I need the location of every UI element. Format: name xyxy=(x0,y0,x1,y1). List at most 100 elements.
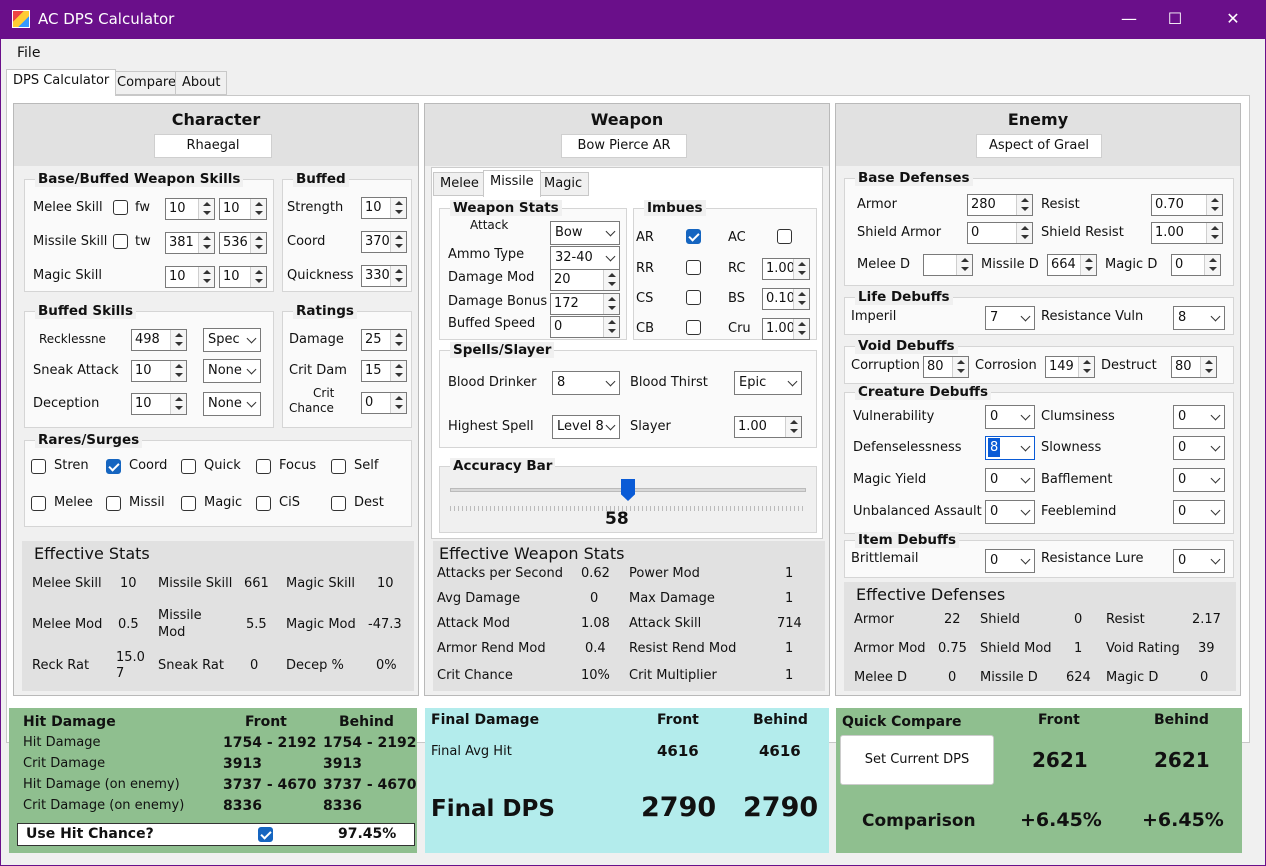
quick-current-front: 2621 xyxy=(1032,748,1088,772)
ac-checkbox[interactable] xyxy=(777,229,792,244)
rare-checkbox[interactable] xyxy=(256,459,271,474)
missile-d-label: Missile D xyxy=(981,257,1039,272)
rr-checkbox[interactable] xyxy=(686,260,701,275)
crit-chance-label-2: Chance xyxy=(289,401,334,415)
defenselessness-select[interactable]: 8 xyxy=(985,436,1035,460)
corruption-input[interactable]: 80 xyxy=(923,356,969,378)
blood-drinker-select[interactable]: 8 xyxy=(552,371,620,395)
tab-dps-calculator[interactable]: DPS Calculator xyxy=(6,69,117,96)
missile-base-input[interactable]: 381 xyxy=(165,232,215,254)
cru-input[interactable]: 1.00 xyxy=(762,318,810,340)
damage-bonus-input[interactable]: 172 xyxy=(550,293,620,315)
weapon-tab-missile[interactable]: Missile xyxy=(483,170,541,197)
attack-select[interactable]: Bow xyxy=(550,221,620,245)
strength-input[interactable]: 10 xyxy=(361,197,407,219)
fw-checkbox[interactable] xyxy=(113,200,128,215)
slayer-input[interactable]: 1.00 xyxy=(734,416,802,438)
blood-thirst-select[interactable]: Epic xyxy=(734,371,802,395)
resistance-vuln-select[interactable]: 8 xyxy=(1173,306,1225,330)
tab-about[interactable]: About xyxy=(175,71,228,95)
melee-d-input[interactable] xyxy=(923,254,973,276)
resistance-lure-label: Resistance Lure xyxy=(1041,551,1144,566)
rare-checkbox[interactable] xyxy=(106,459,121,474)
void-debuffs-group: Void Debuffs Corruption 80 Corrosion 149… xyxy=(844,338,1234,384)
rare-checkbox[interactable] xyxy=(256,496,271,511)
rare-checkbox[interactable] xyxy=(181,496,196,511)
feeblemind-select[interactable]: 0 xyxy=(1173,500,1225,524)
armor-input[interactable]: 280 xyxy=(967,194,1033,216)
vulnerability-select[interactable]: 0 xyxy=(985,405,1035,429)
imperil-select[interactable]: 7 xyxy=(985,306,1035,330)
missile-buffed-input[interactable]: 536 xyxy=(219,232,267,254)
deception-input[interactable]: 10 xyxy=(131,393,187,415)
tab-compare[interactable]: Compare xyxy=(110,71,183,95)
recklessness-select[interactable]: Spec xyxy=(203,328,261,352)
rare-checkbox[interactable] xyxy=(181,459,196,474)
weapon-name-button[interactable]: Bow Pierce AR xyxy=(561,134,687,158)
damage-mod-input[interactable]: 20 xyxy=(550,269,620,291)
rare-checkbox[interactable] xyxy=(31,496,46,511)
missile-d-input[interactable]: 664 xyxy=(1047,254,1097,276)
weapon-tab-magic[interactable]: Magic xyxy=(537,172,590,196)
enemy-name-button[interactable]: Aspect of Grael xyxy=(976,134,1102,158)
damage-rating-input[interactable]: 25 xyxy=(361,329,407,351)
character-name-button[interactable]: Rhaegal xyxy=(154,134,272,158)
tw-checkbox[interactable] xyxy=(113,234,128,249)
melee-buffed-input[interactable]: 10 xyxy=(219,198,267,220)
shield-armor-input[interactable]: 0 xyxy=(967,222,1033,244)
menu-file[interactable]: File xyxy=(17,45,40,61)
clumsiness-select[interactable]: 0 xyxy=(1173,405,1225,429)
sneak-attack-select[interactable]: None xyxy=(203,359,261,383)
bafflement-select[interactable]: 0 xyxy=(1173,468,1225,492)
slowness-select[interactable]: 0 xyxy=(1173,436,1225,460)
eff-shield: 0 xyxy=(1074,612,1083,627)
recklessness-input[interactable]: 498 xyxy=(131,329,187,351)
cb-checkbox[interactable] xyxy=(686,320,701,335)
maximize-button[interactable]: ☐ xyxy=(1152,4,1198,34)
buffed-speed-input[interactable]: 0 xyxy=(550,316,620,338)
close-button[interactable]: ✕ xyxy=(1210,4,1256,34)
rare-label: Missil xyxy=(129,495,165,510)
coord-input[interactable]: 370 xyxy=(361,231,407,253)
ammo-type-select[interactable]: 32-40 xyxy=(550,246,620,270)
destruct-input[interactable]: 80 xyxy=(1171,356,1217,378)
rare-checkbox[interactable] xyxy=(331,496,346,511)
rare-checkbox[interactable] xyxy=(31,459,46,474)
group-label: Weapon Stats xyxy=(450,200,562,216)
weapon-tab-melee[interactable]: Melee xyxy=(433,172,486,196)
magic-buffed-input[interactable]: 10 xyxy=(219,266,267,288)
set-current-dps-button[interactable]: Set Current DPS xyxy=(840,735,994,785)
use-hit-chance-checkbox[interactable] xyxy=(258,827,273,842)
resist-input[interactable]: 0.70 xyxy=(1151,194,1223,216)
sneak-attack-input[interactable]: 10 xyxy=(131,360,187,382)
hit-row-behind: 1754 - 2192 xyxy=(323,735,417,751)
group-label: Rares/Surges xyxy=(35,432,143,448)
resistance-lure-select[interactable]: 0 xyxy=(1173,549,1225,573)
eff-decep-label: Decep % xyxy=(286,658,344,673)
eff-melee-skill: 10 xyxy=(120,576,137,591)
melee-base-input[interactable]: 10 xyxy=(165,198,215,220)
magic-base-input[interactable]: 10 xyxy=(165,266,215,288)
bs-input[interactable]: 0.10 xyxy=(762,288,810,310)
crit-dam-input[interactable]: 15 xyxy=(361,360,407,382)
ar-checkbox[interactable] xyxy=(686,229,701,244)
deception-select[interactable]: None xyxy=(203,392,261,416)
highest-spell-select[interactable]: Level 8 xyxy=(552,415,620,439)
accuracy-slider-thumb[interactable] xyxy=(621,479,635,501)
corrosion-input[interactable]: 149 xyxy=(1045,356,1095,378)
magic-skill-label: Magic Skill xyxy=(33,268,102,283)
shield-resist-input[interactable]: 1.00 xyxy=(1151,222,1223,244)
brittlemail-select[interactable]: 0 xyxy=(985,549,1035,573)
rare-checkbox[interactable] xyxy=(106,496,121,511)
rc-input[interactable]: 1.00 xyxy=(762,258,810,280)
crit-chance-input[interactable]: 0 xyxy=(361,392,407,414)
cs-checkbox[interactable] xyxy=(686,290,701,305)
rare-checkbox[interactable] xyxy=(331,459,346,474)
magic-d-input[interactable]: 0 xyxy=(1171,254,1221,276)
magic-yield-select[interactable]: 0 xyxy=(985,468,1035,492)
unbalanced-assault-select[interactable]: 0 xyxy=(985,500,1035,524)
creature-debuffs-group: Creature Debuffs Vulnerability 0 Clumsin… xyxy=(844,384,1234,534)
quickness-input[interactable]: 330 xyxy=(361,265,407,287)
minimize-button[interactable]: — xyxy=(1106,4,1152,34)
magic-yield-label: Magic Yield xyxy=(853,472,927,487)
